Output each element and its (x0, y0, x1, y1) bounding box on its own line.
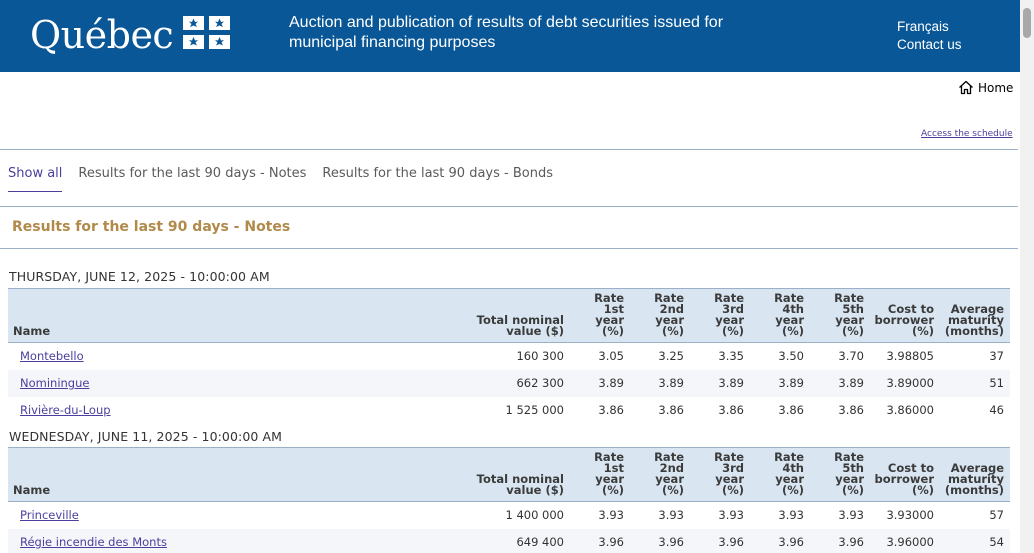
rate-cell: 3.89 (658, 376, 684, 390)
home-label: Home (978, 80, 1014, 95)
home-icon (959, 80, 973, 95)
header-links: Français Contact us (897, 18, 962, 54)
page-scrollbar[interactable] (1020, 0, 1034, 553)
column-header-cost-to-borrower: Cost to borrower (%) (874, 302, 934, 338)
language-link[interactable]: Français (897, 18, 962, 36)
cost-cell: 3.93000 (886, 508, 934, 523)
municipality-link[interactable]: Princeville (20, 508, 79, 522)
column-header-rate-year-4: Rate 4th year (%) (774, 291, 804, 338)
rate-cell: 3.86 (598, 403, 624, 417)
rate-cell: 3.96 (838, 535, 864, 549)
results-tabs: Show all Results for the last 90 days - … (8, 166, 553, 192)
rate-cell: 3.96 (598, 535, 624, 549)
table-row: Rivière-du-Loup 1 525 000 3.86 3.86 3.86… (8, 397, 1010, 424)
divider (0, 206, 1018, 207)
rate-cell: 3.93 (838, 508, 864, 523)
total-value-cell: 1 400 000 (505, 508, 564, 523)
rate-cell: 3.96 (658, 535, 684, 549)
table-row: Princeville 1 400 000 3.93 3.93 3.93 3.9… (8, 502, 1010, 529)
rate-cell: 3.86 (778, 403, 804, 417)
column-header-rate-year-1: Rate 1st year (%) (594, 450, 624, 497)
rate-cell: 3.89 (718, 376, 744, 390)
schedule-link[interactable]: Access the schedule (921, 129, 1013, 139)
rate-cell: 3.93 (598, 508, 624, 523)
auction-date-heading: THURSDAY, JUNE 12, 2025 - 10:00:00 AM (9, 269, 270, 284)
tab-notes-90-days[interactable]: Results for the last 90 days - Notes (78, 166, 306, 192)
rate-cell: 3.86 (838, 403, 864, 417)
maturity-cell: 54 (989, 535, 1004, 549)
table-row: Nominingue 662 300 3.89 3.89 3.89 3.89 3… (8, 369, 1010, 397)
cost-cell: 3.98805 (886, 349, 934, 364)
rate-cell: 3.86 (658, 403, 684, 417)
column-header-average-maturity: Average maturity (months) (944, 461, 1004, 497)
maturity-cell: 57 (989, 508, 1004, 523)
maturity-cell: 37 (989, 349, 1004, 364)
rate-cell: 3.35 (718, 349, 744, 364)
table-row: Montebello 160 300 3.05 3.25 3.35 3.50 3… (8, 343, 1010, 370)
total-value-cell: 1 525 000 (505, 403, 564, 417)
scroll-thumb[interactable] (1023, 8, 1031, 38)
results-table: Name Total nominal value ($) Rate 1st ye… (8, 288, 1010, 424)
divider (0, 149, 1018, 150)
rate-cell: 3.93 (778, 508, 804, 523)
rate-cell: 3.50 (778, 349, 804, 364)
rate-cell: 3.89 (598, 376, 624, 390)
municipality-link[interactable]: Régie incendie des Monts (20, 535, 167, 549)
results-table: Name Total nominal value ($) Rate 1st ye… (8, 447, 1010, 553)
total-value-cell: 662 300 (516, 376, 564, 390)
column-header-rate-year-2: Rate 2nd year (%) (654, 450, 684, 497)
rate-cell: 3.25 (658, 349, 684, 364)
total-value-cell: 160 300 (516, 349, 564, 364)
maturity-cell: 51 (989, 376, 1004, 390)
rate-cell: 3.96 (718, 535, 744, 549)
total-value-cell: 649 400 (516, 535, 564, 549)
table-header-row: Name Total nominal value ($) Rate 1st ye… (8, 288, 1010, 343)
tab-bonds-90-days[interactable]: Results for the last 90 days - Bonds (322, 166, 553, 192)
municipality-link[interactable]: Rivière-du-Loup (20, 403, 111, 417)
tab-show-all[interactable]: Show all (8, 166, 63, 192)
site-title: Auction and publication of results of de… (289, 14, 724, 51)
cost-cell: 3.96000 (886, 535, 934, 549)
rate-cell: 3.86 (718, 403, 744, 417)
rate-cell: 3.96 (778, 535, 804, 549)
column-header-rate-year-4: Rate 4th year (%) (774, 450, 804, 497)
rate-cell: 3.70 (838, 349, 864, 364)
column-header-rate-year-2: Rate 2nd year (%) (654, 291, 684, 338)
column-header-name: Name (13, 324, 51, 338)
rate-cell: 3.93 (658, 508, 684, 523)
table-row: Régie incendie des Monts 649 400 3.96 3.… (8, 528, 1010, 553)
table-header-row: Name Total nominal value ($) Rate 1st ye… (8, 447, 1010, 502)
column-header-rate-year-1: Rate 1st year (%) (594, 291, 624, 338)
divider (0, 248, 1018, 249)
column-header-rate-year-3: Rate 3rd year (%) (714, 291, 744, 338)
rate-cell: 3.89 (778, 376, 804, 390)
column-header-rate-year-5: Rate 5th year (%) (834, 450, 864, 497)
column-header-average-maturity: Average maturity (months) (944, 302, 1004, 338)
fleur-de-lis-flag-icon (183, 16, 230, 49)
auction-date-heading: WEDNESDAY, JUNE 11, 2025 - 10:00:00 AM (9, 429, 283, 444)
column-header-rate-year-3: Rate 3rd year (%) (714, 450, 744, 497)
rate-cell: 3.93 (718, 508, 744, 523)
column-header-total-value: Total nominal value ($) (476, 313, 564, 338)
cost-cell: 3.89000 (886, 376, 934, 390)
column-header-total-value: Total nominal value ($) (476, 472, 564, 497)
column-header-name: Name (13, 483, 51, 497)
rate-cell: 3.05 (598, 349, 624, 364)
quebec-logo[interactable]: Québec (30, 12, 174, 58)
contact-link[interactable]: Contact us (897, 36, 962, 54)
municipality-link[interactable]: Nominingue (20, 376, 89, 390)
maturity-cell: 46 (989, 403, 1004, 417)
section-title: Results for the last 90 days - Notes (12, 219, 291, 235)
column-header-cost-to-borrower: Cost to borrower (%) (874, 461, 934, 497)
rate-cell: 3.89 (838, 376, 864, 390)
home-link[interactable]: Home (958, 80, 1013, 95)
column-header-rate-year-5: Rate 5th year (%) (834, 291, 864, 338)
cost-cell: 3.86000 (886, 403, 934, 417)
site-header: Québec Auction and publication of result… (0, 0, 1020, 72)
municipality-link[interactable]: Montebello (20, 349, 84, 363)
